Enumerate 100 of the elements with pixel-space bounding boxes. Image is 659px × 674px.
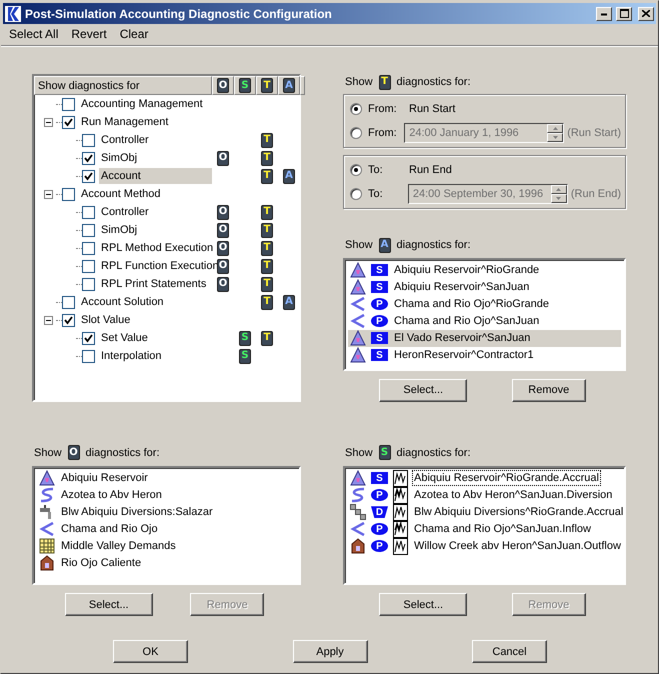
tree-item[interactable]: Controller: [99, 204, 212, 220]
dialog-button[interactable]: Select...: [379, 378, 468, 402]
list-item[interactable]: S HeronReservoir^Contractor1: [348, 346, 621, 364]
label: To:: [368, 164, 384, 176]
checkbox[interactable]: [82, 134, 95, 146]
tree-item[interactable]: Accounting Management: [79, 96, 212, 112]
collapse-icon[interactable]: [44, 190, 52, 198]
tree-item[interactable]: Interpolation: [99, 348, 212, 364]
list-item[interactable]: P Chama and Rio Ojo^RioGrande: [348, 296, 621, 313]
list-item[interactable]: S Abiquiu Reservoir^SanJuan: [348, 278, 621, 296]
radio-button[interactable]: [350, 126, 362, 139]
diagnostic-badge-icon: A: [378, 238, 391, 253]
tree-item[interactable]: RPL Method Execution: [99, 240, 216, 256]
list-item[interactable]: P Azotea to Abv Heron^SanJuan.Diversion: [348, 486, 621, 504]
column-header[interactable]: A: [278, 76, 300, 95]
grid-icon: [39, 538, 55, 554]
list-item[interactable]: P Willow Creek abv Heron^SanJuan.Outflow: [348, 538, 621, 555]
list-item[interactable]: S El Vado Reservoir^SanJuan: [348, 330, 621, 347]
list-item[interactable]: P Chama and Rio Ojo^SanJuan.Inflow: [348, 520, 621, 538]
list-item[interactable]: S Abiquiu Reservoir^RioGrande: [348, 262, 621, 279]
checkbox[interactable]: [82, 242, 95, 254]
collapse-icon[interactable]: [44, 316, 52, 324]
checkbox[interactable]: [82, 224, 95, 236]
type-tag: S: [371, 349, 388, 362]
radio-button[interactable]: [350, 188, 362, 200]
diagnostic-badge-icon: S: [239, 348, 251, 364]
checkbox[interactable]: [62, 314, 75, 326]
down-arrow-icon: [556, 196, 562, 200]
tree-item[interactable]: Account Method: [79, 186, 212, 202]
type-tag: S: [371, 472, 388, 484]
spin-down-button[interactable]: [550, 194, 567, 203]
dialog-button[interactable]: Select...: [64, 593, 153, 616]
diagnostic-badge-icon: A: [283, 168, 295, 184]
dialog-button[interactable]: Cancel: [472, 640, 547, 663]
menu-item[interactable]: Revert: [65, 26, 112, 42]
list-item[interactable]: Chama and Rio Ojo: [37, 520, 296, 538]
checkbox[interactable]: [82, 152, 95, 164]
spin-up-button[interactable]: [550, 184, 567, 194]
tree-item[interactable]: RPL Print Statements: [99, 276, 212, 292]
menu-item[interactable]: Select All: [3, 26, 64, 42]
maximize-button[interactable]: [616, 6, 632, 20]
list-item[interactable]: Azotea to Abv Heron: [37, 486, 296, 504]
list-item[interactable]: P Chama and Rio Ojo^SanJuan: [348, 312, 621, 330]
dialog-button[interactable]: Apply: [292, 640, 368, 663]
column-header[interactable]: S: [234, 76, 256, 95]
diagnostic-badge-icon: A: [283, 294, 295, 310]
tree-item[interactable]: SimObj: [99, 222, 212, 238]
checkbox[interactable]: [82, 170, 95, 182]
spin-up-button[interactable]: [547, 124, 564, 133]
checkbox[interactable]: [62, 116, 75, 128]
list-item[interactable]: S Abiquiu Reservoir^RioGrande.Accrual: [348, 470, 621, 487]
type-tag: S: [371, 264, 388, 276]
graph-icon: [393, 486, 408, 504]
radio-button[interactable]: [350, 164, 362, 176]
diagnostic-badge-icon: T: [261, 258, 273, 274]
radio-button[interactable]: [350, 102, 362, 115]
column-header[interactable]: T: [256, 76, 278, 95]
tree-item[interactable]: Set Value: [99, 330, 212, 346]
zigzag-icon: [350, 296, 366, 312]
diagnostic-badge-icon: O: [217, 258, 229, 274]
type-tag: S: [371, 332, 388, 344]
minimize-button[interactable]: [596, 6, 612, 20]
dialog-button[interactable]: OK: [113, 640, 188, 663]
list-item[interactable]: Abiquiu Reservoir: [37, 470, 296, 487]
column-header[interactable]: O: [212, 76, 234, 95]
down-arrow-icon: [552, 136, 558, 139]
diagnostic-badge-icon: T: [261, 240, 273, 256]
focused-item-text: Chama and Rio Ojo^SanJuan.Inflow: [413, 522, 592, 536]
dialog-button[interactable]: Remove: [512, 378, 586, 402]
checkbox[interactable]: [82, 332, 95, 344]
diagnostic-badge-icon: O: [217, 78, 229, 93]
diagnostic-badge-icon: T: [261, 150, 273, 166]
note-text: (Run End): [570, 188, 621, 200]
tree-item[interactable]: Run Management: [79, 114, 212, 130]
close-button[interactable]: [638, 6, 654, 20]
tree-item[interactable]: Controller: [99, 132, 212, 148]
tree-item[interactable]: Account: [99, 168, 212, 184]
list-item[interactable]: Blw Abiquiu Diversions:Salazar: [37, 504, 296, 521]
checkbox[interactable]: [62, 188, 75, 200]
label: diagnostics for:: [396, 239, 471, 252]
checkbox[interactable]: [62, 296, 75, 308]
tree-item[interactable]: Account Solution: [79, 294, 212, 310]
type-tag: P: [371, 315, 388, 328]
collapse-icon[interactable]: [44, 118, 52, 126]
list-item[interactable]: Rio Ojo Caliente: [37, 554, 296, 572]
checkbox[interactable]: [82, 260, 95, 272]
diagnostic-badge-icon: S: [239, 330, 251, 346]
dialog-button[interactable]: Select...: [379, 593, 468, 616]
triangle-icon: [350, 330, 366, 346]
checkbox[interactable]: [82, 206, 95, 218]
menu-item[interactable]: Clear: [114, 26, 154, 42]
house-icon: [39, 555, 55, 572]
checkbox[interactable]: [62, 98, 75, 110]
diagnostic-badge-icon: T: [261, 168, 273, 184]
checkbox[interactable]: [82, 350, 95, 362]
tree-item[interactable]: SimObj: [99, 150, 212, 166]
tree-item[interactable]: Slot Value: [79, 312, 212, 328]
list-item[interactable]: Middle Valley Demands: [37, 538, 296, 555]
label: Show: [345, 446, 373, 459]
checkbox[interactable]: [82, 278, 95, 290]
